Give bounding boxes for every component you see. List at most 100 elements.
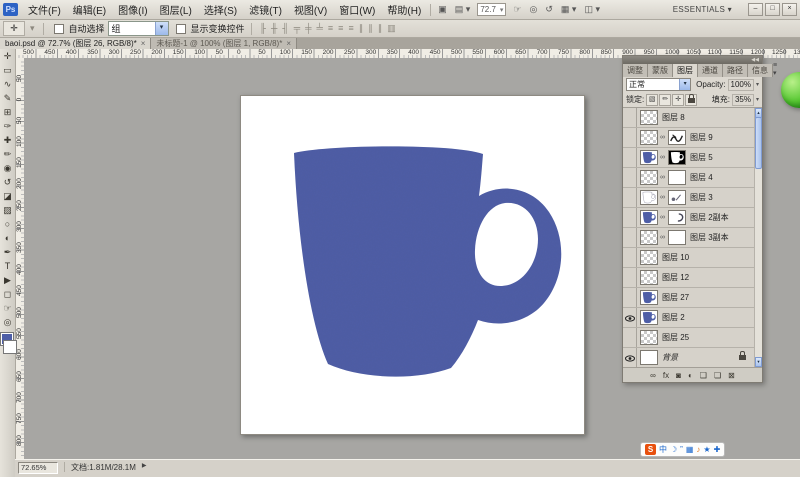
panel-menu-icon[interactable]: ≡ ▾ <box>773 62 780 77</box>
layer-row[interactable]: 背景 <box>623 348 754 367</box>
visibility-toggle[interactable] <box>623 248 637 267</box>
menu-edit[interactable]: 编辑(E) <box>67 2 112 17</box>
ime-toolbox-icon[interactable]: ✚ <box>714 444 721 455</box>
visibility-toggle[interactable] <box>623 348 637 367</box>
photoshop-logo-icon[interactable]: Ps <box>3 3 18 16</box>
menu-image[interactable]: 图像(I) <box>112 2 153 17</box>
eyedropper-tool[interactable]: ✑ <box>0 119 15 133</box>
layer-thumbnail[interactable] <box>640 110 658 125</box>
menu-view[interactable]: 视图(V) <box>288 2 333 17</box>
visibility-toggle[interactable] <box>623 208 637 227</box>
arrange-documents-icon[interactable]: ▦ ▾ <box>557 4 581 15</box>
path-selection-tool[interactable]: ▶ <box>0 273 15 287</box>
launch-bridge-icon[interactable]: ▣ <box>434 4 451 15</box>
layer-mask-thumbnail[interactable] <box>668 130 686 145</box>
menu-help[interactable]: 帮助(H) <box>381 2 427 17</box>
collapse-to-icons-icon[interactable]: ◀◀ <box>751 57 759 63</box>
layer-name[interactable]: 图层 25 <box>662 332 689 343</box>
layer-name[interactable]: 图层 2 <box>662 312 685 323</box>
distribute-bottom-icon[interactable]: ≡ <box>346 23 355 34</box>
layer-thumbnail[interactable] <box>640 350 658 365</box>
panel-tab-1[interactable]: 蒙版 <box>648 64 673 77</box>
marquee-tool[interactable]: ▭ <box>0 63 15 77</box>
ime-voice-icon[interactable]: ♪ <box>696 444 700 455</box>
quick-selection-tool[interactable]: ✎ <box>0 91 15 105</box>
history-brush-tool[interactable]: ↺ <box>0 175 15 189</box>
dodge-tool[interactable]: ◐ <box>0 231 15 245</box>
ime-skin-icon[interactable]: ★ <box>703 444 710 455</box>
add-layer-mask-icon[interactable]: ◙ <box>676 371 681 380</box>
opacity-value[interactable]: 100% <box>727 78 754 91</box>
layer-thumbnail[interactable] <box>640 170 658 185</box>
layer-thumbnail[interactable] <box>640 210 658 225</box>
layer-name[interactable]: 图层 12 <box>662 272 689 283</box>
move-tool[interactable]: ✛ <box>0 49 15 63</box>
distribute-middle-icon[interactable]: ≡ <box>336 23 345 34</box>
distribute-top-icon[interactable]: ≡ <box>326 23 335 34</box>
layer-row[interactable]: 图层 25 <box>623 328 754 348</box>
document-canvas[interactable] <box>240 95 585 435</box>
layer-row[interactable]: ∞ 图层 2副本 <box>623 208 754 228</box>
align-top-icon[interactable]: ╤ <box>292 23 302 34</box>
status-zoom-field[interactable]: 72.65% <box>18 462 58 474</box>
visibility-toggle[interactable] <box>623 168 637 187</box>
auto-align-icon[interactable]: ▥ <box>385 23 398 34</box>
show-transform-checkbox[interactable] <box>175 23 186 34</box>
layers-scrollbar[interactable]: ▲ ▼ <box>754 108 762 367</box>
caret-down-icon[interactable]: ▾ <box>28 23 37 34</box>
workspace-switcher[interactable]: ESSENTIALS ▾ <box>673 5 732 14</box>
blend-mode-combo[interactable]: 正常 ▾ <box>626 78 692 91</box>
distribute-right-icon[interactable]: ∥ <box>376 23 385 34</box>
layer-thumbnail[interactable] <box>640 290 658 305</box>
layer-thumbnail[interactable] <box>640 330 658 345</box>
layer-row[interactable]: 图层 12 <box>623 268 754 288</box>
visibility-toggle[interactable] <box>623 328 637 347</box>
new-layer-icon[interactable]: ❏ <box>714 371 721 380</box>
layer-name[interactable]: 背景 <box>662 352 678 363</box>
panel-dock-header[interactable]: ◀◀ <box>623 56 762 64</box>
ime-soft-keyboard-icon[interactable]: ▦ <box>686 444 694 455</box>
ime-chinese-mode-icon[interactable]: 中 <box>659 444 667 455</box>
restore-button[interactable]: □ <box>765 3 780 16</box>
visibility-toggle[interactable] <box>623 228 637 247</box>
ime-fullhalf-icon[interactable]: ☽ <box>670 444 677 455</box>
document-tab[interactable]: 未标题-1 @ 100% (图层 1, RGB/8)* × <box>151 38 298 49</box>
layer-row[interactable]: 图层 27 <box>623 288 754 308</box>
delete-layer-icon[interactable]: ⊠ <box>728 371 735 380</box>
menu-window[interactable]: 窗口(W) <box>333 2 381 17</box>
layer-mask-thumbnail[interactable] <box>668 190 686 205</box>
layer-style-icon[interactable]: fx <box>663 371 669 380</box>
panel-tab-4[interactable]: 路径 <box>723 64 748 77</box>
zoom-tool-icon[interactable]: ◎ <box>526 4 542 15</box>
crop-tool[interactable]: ⊞ <box>0 105 15 119</box>
ime-punctuation-icon[interactable]: ” <box>680 444 683 455</box>
layer-name[interactable]: 图层 3 <box>690 192 713 203</box>
layer-thumbnail[interactable] <box>640 270 658 285</box>
layer-thumbnail[interactable] <box>640 190 658 205</box>
pen-tool[interactable]: ✒ <box>0 245 15 259</box>
panel-tab-5[interactable]: 信息 <box>748 64 773 77</box>
layer-thumbnail[interactable] <box>640 130 658 145</box>
panel-tab-0[interactable]: 调整 <box>623 64 648 77</box>
menu-filter[interactable]: 滤镜(T) <box>243 2 288 17</box>
layer-row[interactable]: 图层 8 <box>623 108 754 128</box>
zoom-tool[interactable]: ◎ <box>0 315 15 329</box>
layer-name[interactable]: 图层 9 <box>690 132 713 143</box>
visibility-toggle[interactable] <box>623 308 637 327</box>
current-tool-icon[interactable]: ✛ <box>3 21 25 36</box>
brush-tool[interactable]: ✏ <box>0 147 15 161</box>
auto-select-checkbox[interactable] <box>53 23 64 34</box>
layer-row[interactable]: ∞ 图层 4 <box>623 168 754 188</box>
fill-slider-arrow-icon[interactable]: ▾ <box>756 96 759 103</box>
hand-tool[interactable]: ☞ <box>0 301 15 315</box>
lock-position-icon[interactable]: ✛ <box>672 93 685 106</box>
screen-mode-icon[interactable]: ◫ ▾ <box>580 4 604 15</box>
menu-file[interactable]: 文件(F) <box>22 2 67 17</box>
fill-value[interactable]: 35% <box>731 93 754 106</box>
align-bottom-icon[interactable]: ╧ <box>315 23 325 34</box>
scroll-down-icon[interactable]: ▼ <box>755 357 762 367</box>
layer-thumbnail[interactable] <box>640 310 658 325</box>
close-button[interactable]: × <box>782 3 797 16</box>
link-layers-icon[interactable]: ∞ <box>650 371 656 380</box>
type-tool[interactable]: T <box>0 259 15 273</box>
